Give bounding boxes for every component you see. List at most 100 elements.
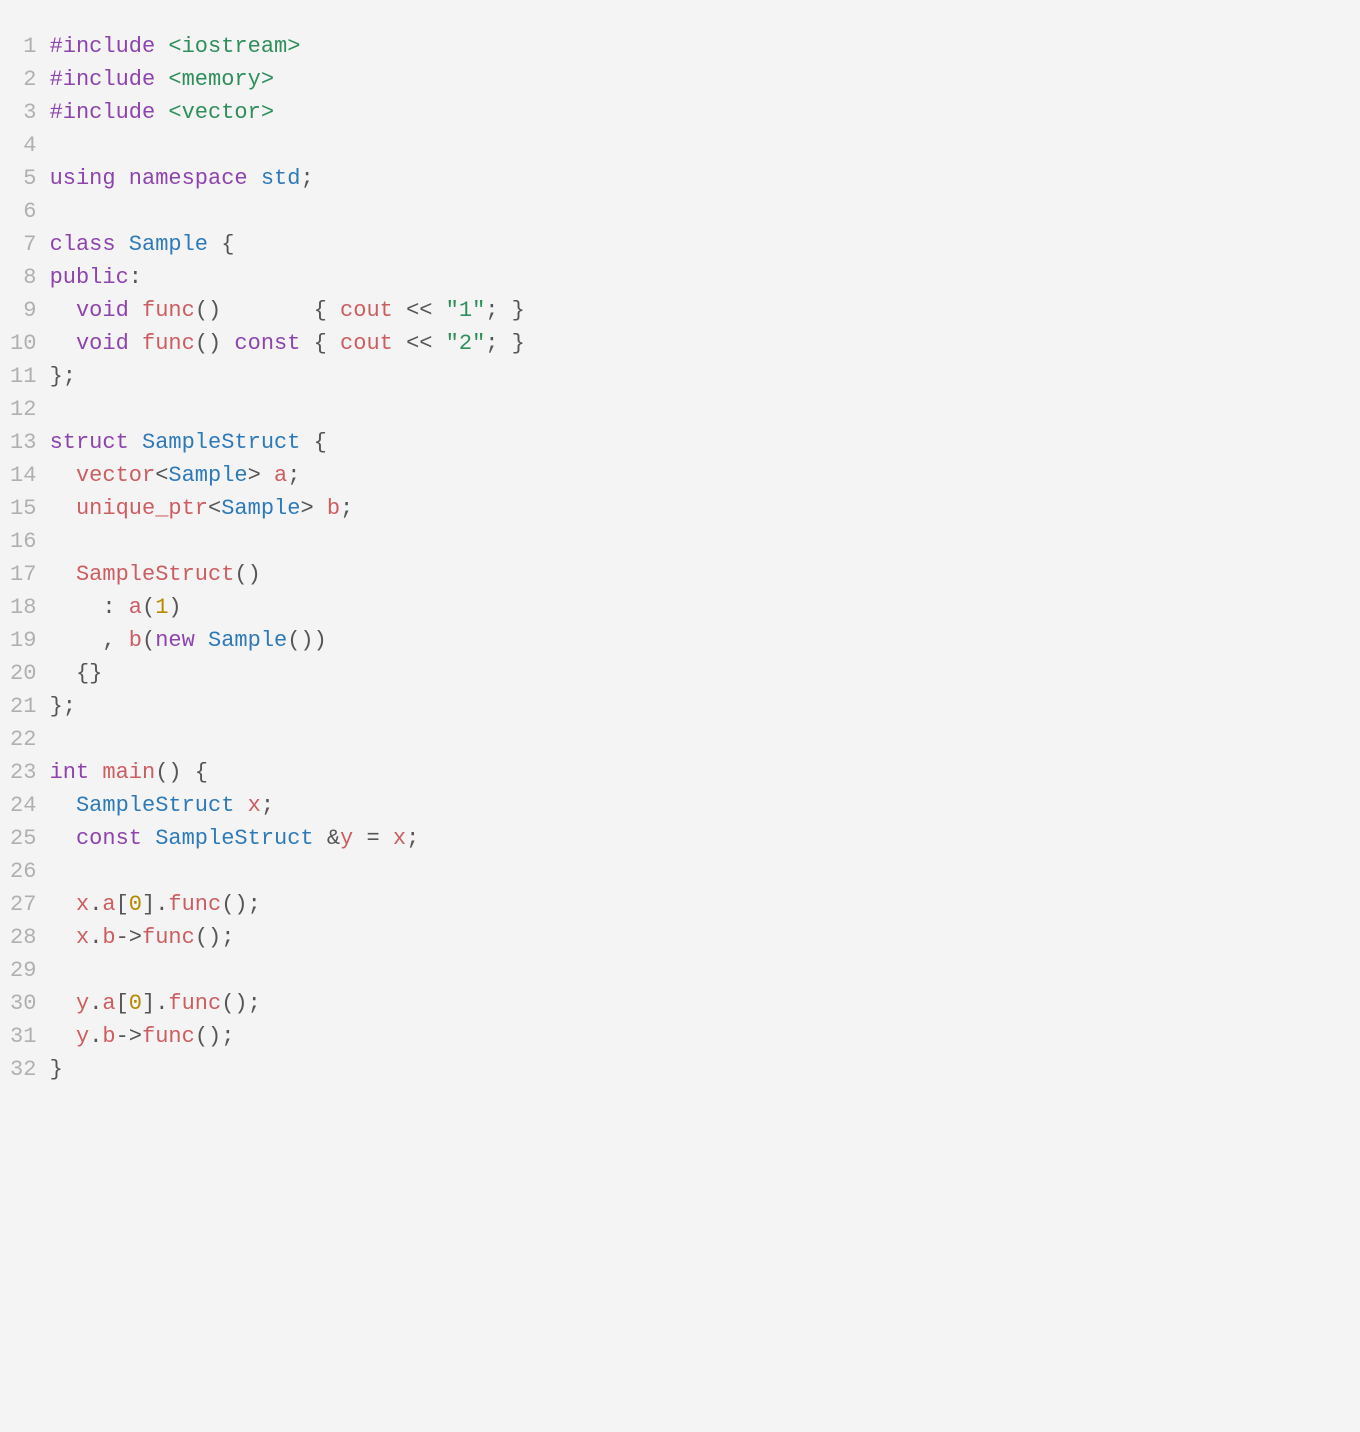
code-line: 28 x.b->func();	[10, 921, 1350, 954]
code-line: 9 void func() { cout << "1"; }	[10, 294, 1350, 327]
token-default	[432, 298, 445, 323]
token-default	[129, 298, 142, 323]
token-type: Sample	[221, 496, 300, 521]
token-ident: a	[102, 892, 115, 917]
token-punct: ();	[195, 1024, 235, 1049]
token-punct: :	[129, 265, 142, 290]
token-default	[116, 232, 129, 257]
token-ident: a	[274, 463, 287, 488]
token-default	[248, 166, 261, 191]
token-default	[50, 661, 76, 686]
token-punct: [	[116, 991, 129, 1016]
token-default	[50, 793, 76, 818]
token-punct: };	[50, 694, 76, 719]
token-keyword: int	[50, 760, 90, 785]
line-number: 16	[10, 525, 50, 558]
token-punct: <<	[406, 298, 432, 323]
code-line: 29	[10, 954, 1350, 987]
token-ident: cout	[340, 331, 393, 356]
token-punct: <	[155, 463, 168, 488]
token-default	[50, 562, 76, 587]
token-keyword: public	[50, 265, 129, 290]
line-number: 23	[10, 756, 50, 789]
line-number: 6	[10, 195, 50, 228]
token-punct: >	[248, 463, 261, 488]
token-punct: () {	[155, 760, 208, 785]
token-keyword: using	[50, 166, 116, 191]
line-number: 27	[10, 888, 50, 921]
code-line: 32}	[10, 1053, 1350, 1086]
token-type: SampleStruct	[76, 793, 234, 818]
token-keyword: #include	[50, 100, 156, 125]
token-punct: >	[300, 496, 313, 521]
code-line: 13struct SampleStruct {	[10, 426, 1350, 459]
line-number: 29	[10, 954, 50, 987]
token-default	[116, 166, 129, 191]
token-punct: [	[116, 892, 129, 917]
code-line: 6	[10, 195, 1350, 228]
code-content	[50, 393, 1350, 426]
line-number: 30	[10, 987, 50, 1020]
code-line: 30 y.a[0].func();	[10, 987, 1350, 1020]
token-default	[393, 331, 406, 356]
token-keyword: class	[50, 232, 116, 257]
code-line: 10 void func() const { cout << "2"; }	[10, 327, 1350, 360]
token-keyword: #include	[50, 67, 156, 92]
code-line: 17 SampleStruct()	[10, 558, 1350, 591]
code-content: int main() {	[50, 756, 1350, 789]
code-line: 24 SampleStruct x;	[10, 789, 1350, 822]
line-number: 1	[10, 30, 50, 63]
code-content: y.a[0].func();	[50, 987, 1350, 1020]
token-punct: ()	[234, 562, 260, 587]
token-ident: x	[248, 793, 261, 818]
token-default	[142, 826, 155, 851]
token-default	[50, 463, 76, 488]
token-default	[353, 826, 366, 851]
token-keyword: new	[155, 628, 195, 653]
token-punct: ;	[300, 166, 313, 191]
code-line: 25 const SampleStruct &y = x;	[10, 822, 1350, 855]
code-content: #include <iostream>	[50, 30, 1350, 63]
token-ident: b	[102, 1024, 115, 1049]
token-punct: }	[50, 1057, 63, 1082]
token-keyword: #include	[50, 34, 156, 59]
line-number: 18	[10, 591, 50, 624]
token-default	[234, 793, 247, 818]
code-content: , b(new Sample())	[50, 624, 1350, 657]
token-string: <memory>	[168, 67, 274, 92]
token-func: func	[142, 298, 195, 323]
line-number: 26	[10, 855, 50, 888]
token-default	[155, 67, 168, 92]
token-ident: b	[327, 496, 340, 521]
token-punct: ->	[116, 925, 142, 950]
token-punct: .	[89, 1024, 102, 1049]
code-content: SampleStruct x;	[50, 789, 1350, 822]
code-content: };	[50, 690, 1350, 723]
token-punct: ();	[195, 925, 235, 950]
token-default	[50, 826, 76, 851]
code-content	[50, 129, 1350, 162]
code-line: 11};	[10, 360, 1350, 393]
token-type: Sample	[168, 463, 247, 488]
line-number: 2	[10, 63, 50, 96]
token-punct: ();	[221, 991, 261, 1016]
line-number: 8	[10, 261, 50, 294]
token-default	[195, 628, 208, 653]
token-number: 1	[155, 595, 168, 620]
token-punct: ;	[261, 793, 274, 818]
token-default	[129, 331, 142, 356]
code-line: 3#include <vector>	[10, 96, 1350, 129]
token-ident: b	[102, 925, 115, 950]
code-line: 1#include <iostream>	[10, 30, 1350, 63]
token-punct: .	[89, 991, 102, 1016]
token-punct: .	[89, 925, 102, 950]
code-line: 31 y.b->func();	[10, 1020, 1350, 1053]
token-default	[50, 892, 76, 917]
token-keyword: void	[76, 331, 129, 356]
token-punct: (	[142, 595, 155, 620]
line-number: 10	[10, 327, 50, 360]
token-string: "1"	[446, 298, 486, 323]
token-string: <iostream>	[168, 34, 300, 59]
code-content: void func() const { cout << "2"; }	[50, 327, 1350, 360]
token-keyword: namespace	[129, 166, 248, 191]
